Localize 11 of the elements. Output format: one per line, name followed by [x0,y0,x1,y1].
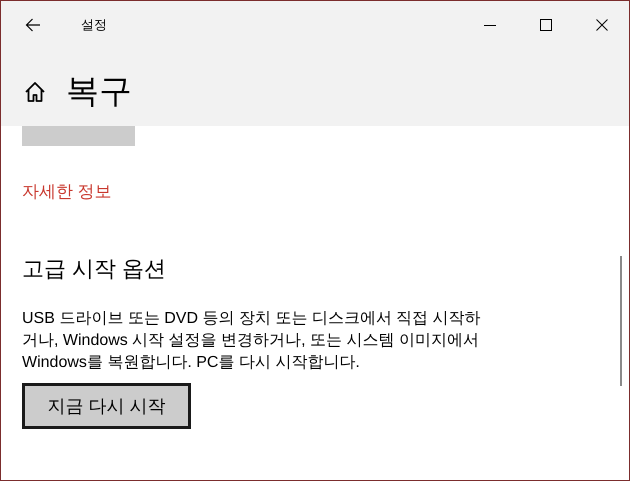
scrollbar-thumb[interactable] [620,256,622,386]
close-icon [596,19,608,31]
description-text: USB 드라이브 또는 DVD 등의 장치 또는 디스크에서 직접 시작하 거나, Windows 시작 설정을 변경하거나, 또는 시스템 이미지에서 Windows를 복원합니다. PC를 다시 시작합니다. [22,309,481,373]
page-title: 복구 [66,71,132,111]
back-arrow-icon [25,18,41,32]
maximize-icon [540,19,552,31]
more-info-link[interactable]: 자세한 정보 [22,180,112,203]
window-title: 설정 [81,16,107,34]
restart-now-button[interactable]: 지금 다시 시작 [22,383,191,429]
home-icon[interactable] [24,80,46,102]
section-heading: 고급 시작 옵션 [22,255,166,283]
